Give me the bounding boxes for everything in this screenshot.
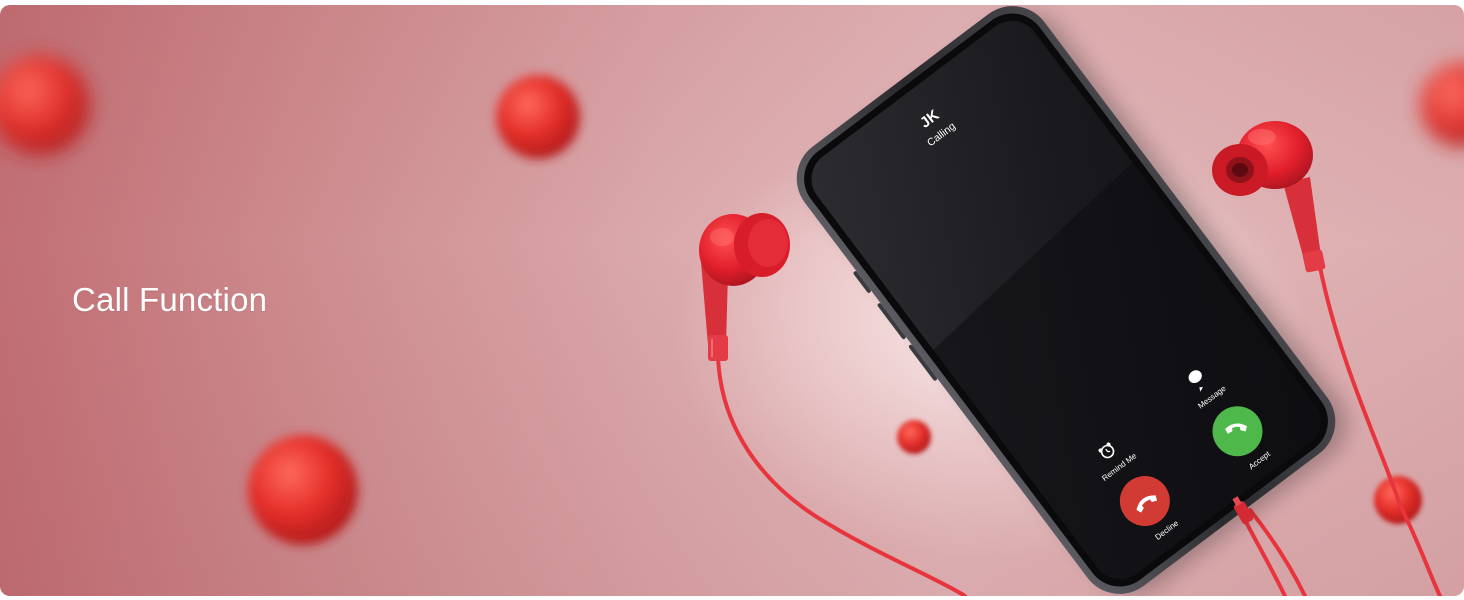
- sphere-right-edge: [1420, 63, 1464, 147]
- sphere-bottom-left: [248, 435, 358, 545]
- right-earbud: [1212, 121, 1326, 273]
- sphere-top-center: [496, 75, 580, 159]
- page-headline: Call Function: [72, 281, 268, 318]
- left-earbud: [699, 213, 790, 361]
- sphere-top-left: [0, 55, 90, 155]
- sphere-small-center: [897, 420, 931, 454]
- smartphone: JK Calling Message Remind Me Decline Acc…: [796, 6, 1348, 594]
- hero-banner: JK Calling Message Remind Me Decline Acc…: [0, 5, 1464, 596]
